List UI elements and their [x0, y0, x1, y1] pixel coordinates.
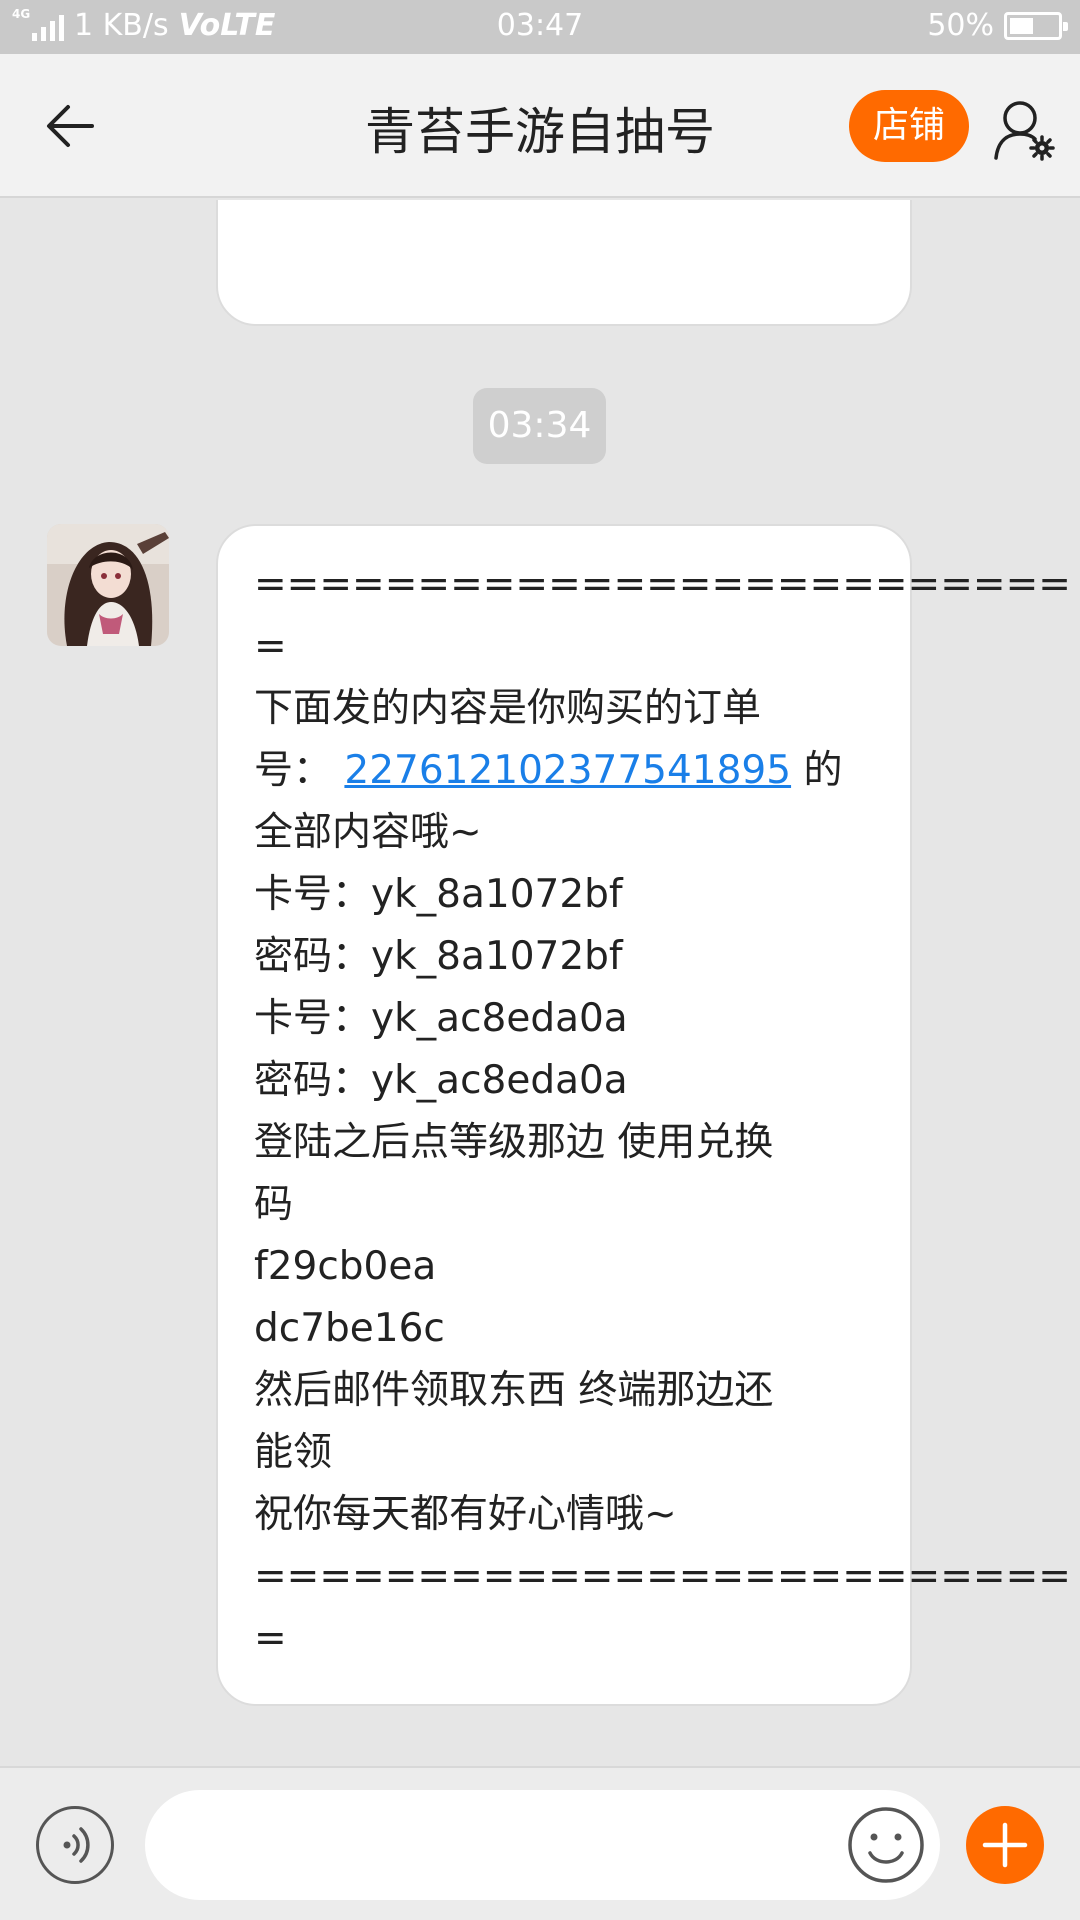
input-bar — [0, 1766, 1080, 1920]
chat-area[interactable]: .................... 03:34 =============… — [0, 200, 1080, 1766]
emoji-button[interactable] — [846, 1805, 926, 1885]
status-time: 03:47 — [496, 8, 584, 43]
message-line: ========================= — [254, 562, 1071, 607]
previous-message-bubble: .................... — [216, 200, 912, 326]
voice-icon — [63, 1827, 90, 1863]
message-line: = — [254, 624, 287, 669]
message-line: 然后邮件领取东西 终端那边还 — [254, 1368, 774, 1413]
order-message-bubble: ========================= = 下面发的内容是你购买的订… — [216, 524, 1071, 1706]
message-line: 卡号：yk_ac8eda0a — [254, 996, 628, 1041]
message-timestamp: 03:34 — [473, 388, 606, 464]
message-line: f29cb0ea — [254, 1244, 437, 1289]
order-prefix: 号： — [254, 748, 333, 793]
plus-icon — [982, 1822, 1028, 1868]
message-line: dc7be16c — [254, 1306, 445, 1351]
status-bar: 4G 1 KB/s VoLTE 03:47 50% — [0, 0, 1080, 54]
message-line: 全部内容哦~ — [254, 810, 482, 855]
order-message-text: ========================= = 下面发的内容是你购买的订… — [254, 554, 1071, 1670]
message-line: 卡号：yk_8a1072bf — [254, 872, 623, 917]
battery-percent: 50% — [927, 8, 994, 43]
message-line: 码 — [254, 1182, 294, 1227]
message-line: 下面发的内容是你购买的订单 — [254, 686, 762, 731]
message-line-order: 号： 227612102377541895 的 — [254, 740, 884, 802]
message-line: 祝你每天都有好心情哦~ — [254, 1492, 677, 1537]
seller-avatar[interactable] — [47, 524, 169, 646]
message-line: 能领 — [254, 1430, 333, 1475]
message-line: 登陆之后点等级那边 使用兑换 — [254, 1120, 774, 1165]
chat-header: 青苔手游自抽号 店铺 — [0, 54, 1080, 198]
more-button[interactable] — [966, 1806, 1044, 1884]
user-settings-icon — [994, 101, 1055, 161]
message-line: = — [254, 1616, 287, 1661]
voice-button[interactable] — [36, 1806, 114, 1884]
user-settings-button[interactable] — [990, 96, 1058, 164]
message-line: 密码：yk_8a1072bf — [254, 934, 623, 979]
message-line: 密码：yk_ac8eda0a — [254, 1058, 628, 1103]
order-number-link[interactable]: 227612102377541895 — [344, 748, 791, 793]
battery-icon — [1004, 11, 1068, 40]
message-line: ========================= — [254, 1554, 1071, 1599]
message-input[interactable] — [145, 1790, 940, 1900]
shop-button[interactable]: 店铺 — [849, 90, 969, 162]
emoji-icon — [848, 1807, 924, 1883]
status-right: 50% — [927, 8, 1068, 43]
order-suffix: 的 — [803, 748, 843, 793]
